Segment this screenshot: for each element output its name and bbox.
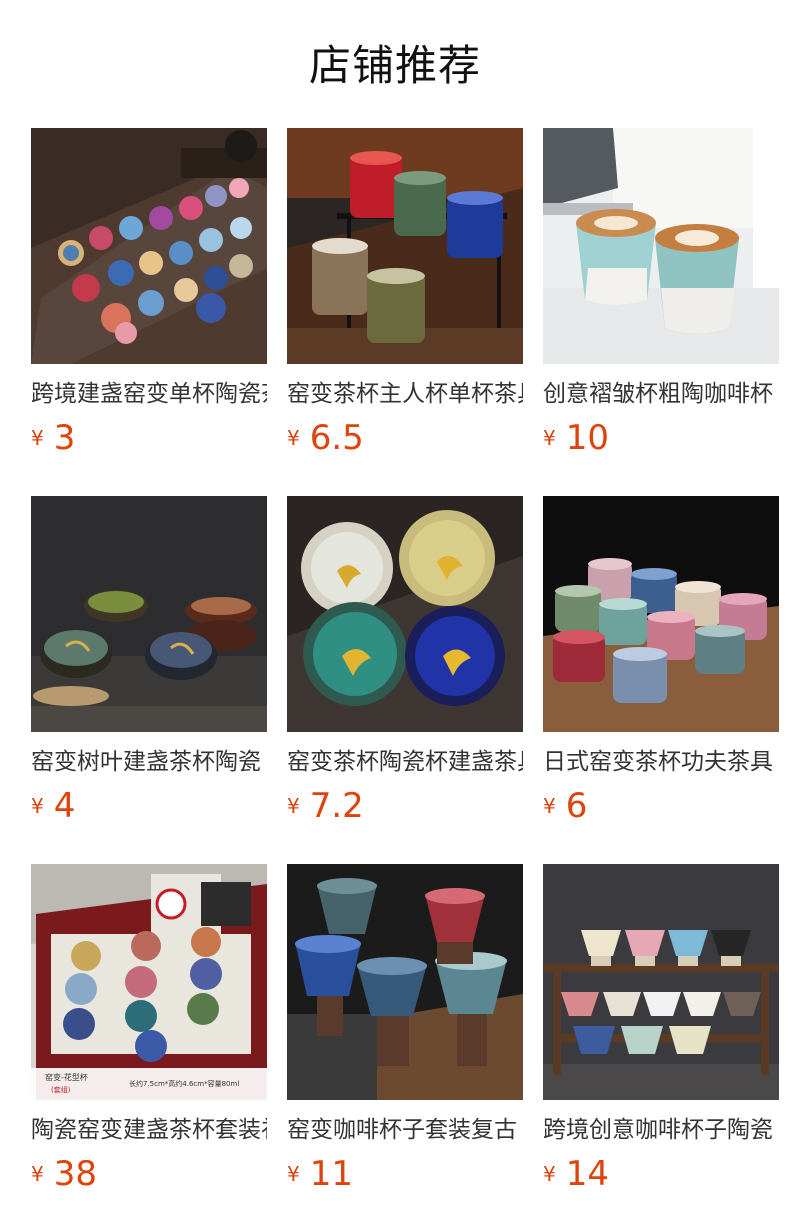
product-card[interactable]: 窑变茶杯主人杯单杯茶具 ¥6.5 <box>287 128 523 468</box>
product-name[interactable]: 日式窑变茶杯功夫茶具 <box>543 746 779 778</box>
currency-symbol: ¥ <box>543 794 556 818</box>
product-name[interactable]: 窑变咖啡杯子套装复古 <box>287 1114 523 1146</box>
price-amount: 11 <box>309 1154 353 1194</box>
gift-box-caption: 窑变-花型杯 <box>45 1072 88 1082</box>
currency-symbol: ¥ <box>31 1162 44 1186</box>
price-amount: 6 <box>565 786 588 826</box>
gift-box-subcaption: (套组) <box>51 1085 71 1094</box>
product-price: ¥11 <box>287 1152 353 1196</box>
product-card[interactable]: 跨境建盏窑变单杯陶瓷茶杯 ¥3 <box>31 128 267 468</box>
product-price: ¥10 <box>543 416 609 460</box>
product-price: ¥38 <box>31 1152 97 1196</box>
price-amount: 4 <box>53 786 76 826</box>
price-amount: 3 <box>53 418 76 458</box>
gift-box-spec: 长约7.5cm*高约4.6cm*容量80ml <box>129 1079 239 1088</box>
currency-symbol: ¥ <box>31 426 44 450</box>
section-title: 店铺推荐 <box>308 41 481 90</box>
product-price: ¥14 <box>543 1152 609 1196</box>
ginkgo-leaf-bowls-photo[interactable] <box>287 496 523 732</box>
kiln-glaze-cups-on-stand-photo[interactable] <box>287 128 523 364</box>
currency-symbol: ¥ <box>287 1162 300 1186</box>
price-amount: 38 <box>53 1154 97 1194</box>
teacup-gift-box-photo[interactable]: 窑变-花型杯 (套组) 长约7.5cm*高约4.6cm*容量80ml <box>31 864 267 1100</box>
product-card[interactable]: 跨境创意咖啡杯子陶瓷 ¥14 <box>543 864 779 1204</box>
price-amount: 10 <box>565 418 609 458</box>
currency-symbol: ¥ <box>543 1162 556 1186</box>
product-name[interactable]: 跨境建盏窑变单杯陶瓷茶杯 <box>31 378 267 410</box>
leaf-tenmoku-bowls-photo[interactable] <box>31 496 267 732</box>
colorful-teacups-on-tray-photo[interactable] <box>31 128 267 364</box>
currency-symbol: ¥ <box>287 794 300 818</box>
product-card[interactable]: 窑变茶杯陶瓷杯建盏茶具 ¥7.2 <box>287 496 523 836</box>
product-name[interactable]: 跨境创意咖啡杯子陶瓷 <box>543 1114 779 1146</box>
price-amount: 6.5 <box>309 418 364 458</box>
product-card[interactable]: 窑变树叶建盏茶杯陶瓷 ¥4 <box>31 496 267 836</box>
japanese-kiln-cups-photo[interactable] <box>543 496 779 732</box>
currency-symbol: ¥ <box>543 426 556 450</box>
product-name[interactable]: 窑变树叶建盏茶杯陶瓷 <box>31 746 267 778</box>
cups-on-wooden-rack-photo[interactable] <box>543 864 779 1100</box>
product-card[interactable]: 窑变-花型杯 (套组) 长约7.5cm*高约4.6cm*容量80ml 陶瓷窑变建… <box>31 864 267 1204</box>
product-price: ¥4 <box>31 784 75 828</box>
product-price: ¥3 <box>31 416 75 460</box>
product-name[interactable]: 窑变茶杯主人杯单杯茶具 <box>287 378 523 410</box>
product-price: ¥7.2 <box>287 784 364 828</box>
product-name[interactable]: 陶瓷窑变建盏茶杯套装礼盒 <box>31 1114 267 1146</box>
coffee-cups-on-wood-bases-photo[interactable] <box>287 864 523 1100</box>
product-card[interactable]: 创意褶皱杯粗陶咖啡杯 ¥10 <box>543 128 779 468</box>
product-price: ¥6 <box>543 784 587 828</box>
price-amount: 14 <box>565 1154 609 1194</box>
currency-symbol: ¥ <box>31 794 44 818</box>
product-name[interactable]: 窑变茶杯陶瓷杯建盏茶具 <box>287 746 523 778</box>
product-card[interactable]: 日式窑变茶杯功夫茶具 ¥6 <box>543 496 779 836</box>
latte-art-cups-photo[interactable] <box>543 128 779 364</box>
product-card[interactable]: 窑变咖啡杯子套装复古 ¥11 <box>287 864 523 1204</box>
currency-symbol: ¥ <box>287 426 300 450</box>
price-amount: 7.2 <box>309 786 364 826</box>
product-name[interactable]: 创意褶皱杯粗陶咖啡杯 <box>543 378 779 410</box>
product-price: ¥6.5 <box>287 416 364 460</box>
